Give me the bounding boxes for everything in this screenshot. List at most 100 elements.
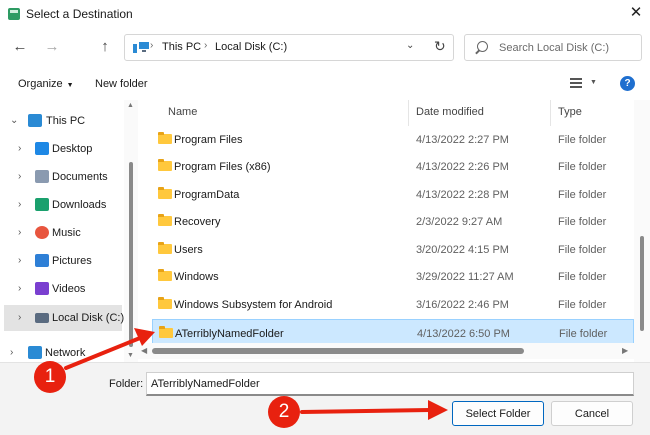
breadcrumb-separator: ›	[150, 40, 154, 51]
search-box[interactable]: Search Local Disk (C:)	[464, 34, 642, 61]
sidebar-item-music[interactable]: › Music	[0, 220, 124, 246]
file-date: 3/16/2022 2:46 PM	[416, 299, 509, 311]
help-icon[interactable]: ?	[620, 76, 635, 91]
file-type: File folder	[558, 244, 607, 256]
file-name: ATerriblyNamedFolder	[175, 328, 284, 340]
column-divider[interactable]	[408, 100, 409, 126]
file-name: Windows	[174, 271, 219, 283]
cancel-button[interactable]: Cancel	[551, 401, 633, 426]
sidebar-item-pictures[interactable]: › Pictures	[0, 248, 124, 274]
sidebar-item-desktop[interactable]: › Desktop	[0, 136, 124, 162]
annotation-badge-2: 2	[268, 396, 300, 428]
document-icon	[35, 170, 49, 183]
folder-icon	[158, 297, 172, 309]
sidebar-item-videos[interactable]: › Videos	[0, 276, 124, 302]
table-row[interactable]: ProgramData 4/13/2022 2:28 PM File folde…	[152, 181, 634, 208]
search-placeholder: Search Local Disk (C:)	[499, 42, 610, 54]
sidebar-scrollbar[interactable]: ▲ ▼	[124, 100, 138, 362]
breadcrumb-this-pc[interactable]: This PC	[162, 41, 201, 53]
sidebar-item-documents[interactable]: › Documents	[0, 164, 124, 190]
chevron-right-icon[interactable]: ›	[18, 199, 21, 210]
navigation-pane: ⌄ This PC › Desktop › Documents › Downlo…	[0, 100, 124, 362]
table-row[interactable]: Program Files (x86) 4/13/2022 2:26 PM Fi…	[152, 153, 634, 180]
dialog-footer: Folder: Select Folder Cancel	[0, 362, 650, 435]
folder-icon	[158, 132, 172, 144]
chevron-right-icon[interactable]: ›	[18, 227, 21, 238]
caret-down-icon: ▼	[66, 82, 74, 89]
table-row[interactable]: Windows 3/29/2022 11:27 AM File folder	[152, 263, 634, 290]
file-type: File folder	[559, 328, 608, 340]
chevron-right-icon[interactable]: ›	[18, 143, 21, 154]
column-divider[interactable]	[550, 100, 551, 126]
file-name: Users	[174, 244, 203, 256]
caret-down-icon[interactable]: ▼	[590, 79, 597, 86]
horizontal-scrollbar[interactable]: ◀ ▶	[138, 343, 634, 359]
table-row-selected[interactable]: ATerriblyNamedFolder 4/13/2022 6:50 PM F…	[152, 319, 634, 346]
table-row[interactable]: Recovery 2/3/2022 9:27 AM File folder	[152, 208, 634, 235]
chevron-down-icon[interactable]: ⌄	[406, 40, 414, 51]
folder-name-input[interactable]	[146, 372, 634, 396]
chevron-right-icon[interactable]: ›	[18, 312, 21, 323]
navigation-bar: ← → ↑ › This PC › Local Disk (C:) ⌄ ↻ Se…	[0, 28, 650, 68]
back-arrow-icon[interactable]: ←	[10, 37, 30, 57]
chevron-right-icon[interactable]: ›	[18, 255, 21, 266]
sidebar-item-local-disk[interactable]: › Local Disk (C:)	[4, 305, 124, 331]
sidebar-scroll-thumb[interactable]	[129, 162, 133, 347]
vertical-scroll-thumb[interactable]	[640, 236, 644, 331]
file-name: Program Files	[174, 134, 243, 146]
refresh-icon[interactable]: ↻	[434, 38, 446, 55]
address-bar[interactable]: › This PC › Local Disk (C:) ⌄ ↻	[124, 34, 454, 61]
sidebar-item-this-pc[interactable]: ⌄ This PC	[0, 108, 124, 134]
file-date: 3/29/2022 11:27 AM	[416, 271, 514, 283]
view-list-icon[interactable]	[570, 78, 582, 88]
file-name: Windows Subsystem for Android	[174, 299, 333, 311]
window-title: Select a Destination	[26, 7, 133, 21]
drive-icon	[35, 313, 49, 323]
chevron-down-icon[interactable]: ⌄	[10, 115, 18, 126]
organize-button[interactable]: Organize ▼	[18, 78, 74, 90]
picture-icon	[35, 254, 49, 267]
file-name: Program Files (x86)	[174, 161, 271, 173]
scroll-up-icon[interactable]: ▲	[127, 102, 134, 109]
sort-ascending-icon: ^	[284, 100, 288, 105]
sidebar-item-network[interactable]: › Network	[0, 340, 124, 362]
new-folder-button[interactable]: New folder	[95, 78, 148, 90]
column-header-type[interactable]: Type	[558, 106, 582, 118]
desktop-icon	[35, 142, 49, 155]
file-type: File folder	[558, 189, 607, 201]
column-header-name[interactable]: Name	[168, 106, 197, 118]
folder-icon	[158, 214, 172, 226]
forward-arrow-icon[interactable]: →	[42, 37, 62, 57]
sidebar-item-label: Music	[52, 227, 81, 239]
chevron-right-icon[interactable]: ›	[10, 347, 13, 358]
file-date: 4/13/2022 6:50 PM	[417, 328, 510, 340]
file-date: 4/13/2022 2:26 PM	[416, 161, 509, 173]
sidebar-item-label: Network	[45, 347, 86, 359]
file-type: File folder	[558, 216, 607, 228]
horizontal-scroll-thumb[interactable]	[152, 348, 524, 354]
table-row[interactable]: Program Files 4/13/2022 2:27 PM File fol…	[152, 126, 634, 153]
file-date: 2/3/2022 9:27 AM	[416, 216, 503, 228]
column-header-date[interactable]: Date modified	[416, 106, 484, 118]
scroll-right-icon[interactable]: ▶	[622, 346, 628, 355]
chevron-right-icon[interactable]: ›	[18, 283, 21, 294]
table-row[interactable]: Users 3/20/2022 4:15 PM File folder	[152, 236, 634, 263]
folder-icon	[159, 326, 173, 338]
file-list: ^ Name Date modified Type Program Files …	[138, 100, 650, 362]
monitor-icon	[28, 114, 42, 127]
file-name: Recovery	[174, 216, 221, 228]
search-icon	[477, 41, 488, 52]
up-arrow-icon[interactable]: ↑	[95, 37, 115, 57]
close-icon[interactable]: ✕	[628, 4, 644, 22]
sidebar-item-label: Videos	[52, 283, 86, 295]
sidebar-item-label: Pictures	[52, 255, 92, 267]
chevron-right-icon[interactable]: ›	[18, 171, 21, 182]
select-folder-button[interactable]: Select Folder	[452, 401, 544, 426]
scroll-left-icon[interactable]: ◀	[141, 346, 147, 355]
scroll-down-icon[interactable]: ▼	[127, 352, 134, 359]
table-row[interactable]: Windows Subsystem for Android 3/16/2022 …	[152, 291, 634, 318]
breadcrumb-separator: ›	[204, 40, 208, 51]
breadcrumb-local-disk[interactable]: Local Disk (C:)	[215, 41, 287, 53]
vertical-scrollbar[interactable]	[634, 100, 650, 362]
sidebar-item-downloads[interactable]: › Downloads	[0, 192, 124, 218]
